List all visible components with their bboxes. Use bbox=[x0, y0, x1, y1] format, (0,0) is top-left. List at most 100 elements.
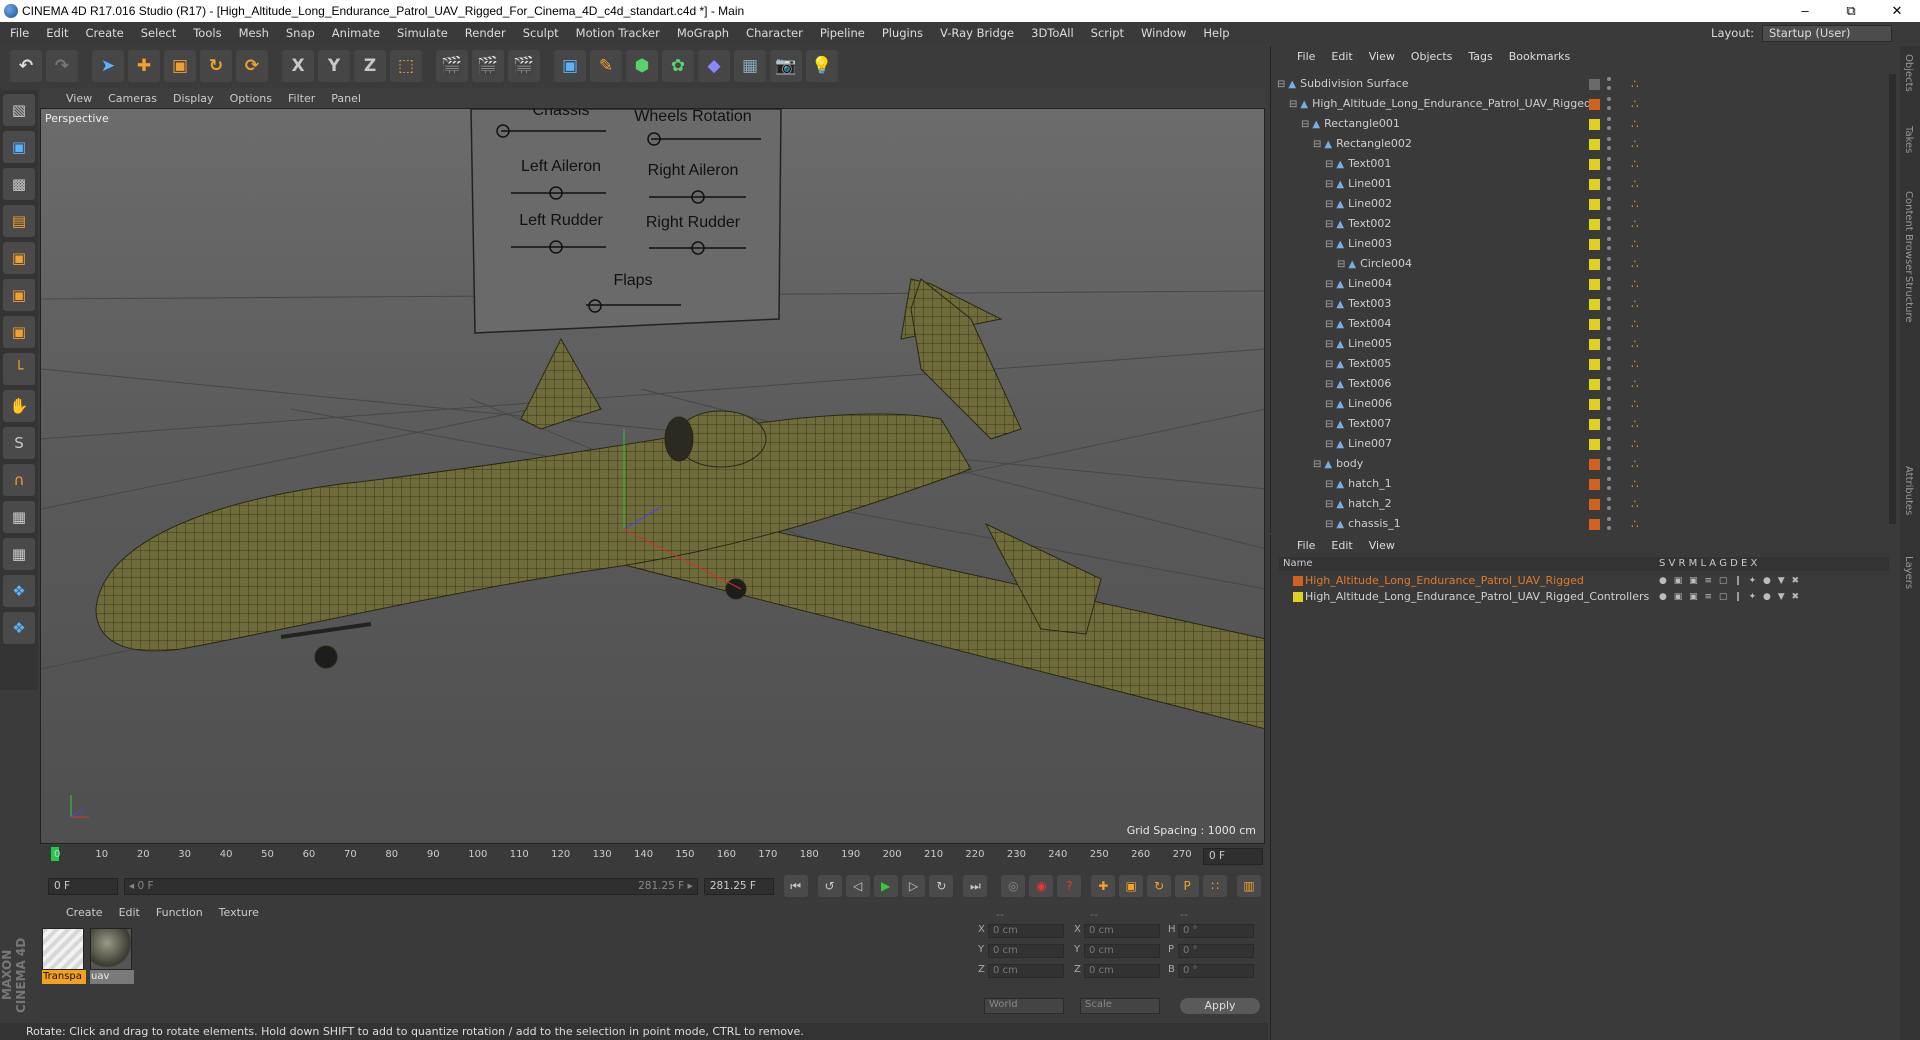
menu-plugins[interactable]: Plugins bbox=[882, 26, 923, 40]
viewport-menu-cameras[interactable]: Cameras bbox=[108, 92, 157, 105]
layer-flag-icons[interactable]: ● ▣ ▣ ≡ ▢ ❙ ✦ ● ▼ ✖ bbox=[1659, 573, 1801, 589]
render-visibility-icon[interactable] bbox=[1607, 446, 1611, 450]
editor-visibility-icon[interactable] bbox=[1607, 117, 1611, 121]
layer-color-swatch[interactable] bbox=[1589, 419, 1600, 430]
menu-snap[interactable]: Snap bbox=[286, 26, 315, 40]
move-icon[interactable]: ✚ bbox=[128, 50, 160, 82]
render-settings-icon[interactable]: 🎬 bbox=[508, 50, 540, 82]
cloner-icon[interactable]: ✿ bbox=[662, 50, 694, 82]
side-tab-attributes[interactable]: Attributes bbox=[1903, 466, 1914, 515]
menu-help[interactable]: Help bbox=[1203, 26, 1229, 40]
material-menu-edit[interactable]: Edit bbox=[119, 906, 140, 919]
render-visibility-icon[interactable] bbox=[1607, 146, 1611, 150]
autokey-icon[interactable]: ? bbox=[1057, 875, 1082, 897]
key-rotation-icon[interactable]: ↻ bbox=[1147, 875, 1172, 897]
object-row[interactable]: ⊟ ▲ Text003 ∴ bbox=[1271, 294, 1889, 314]
go-to-start-icon[interactable]: ⏮ bbox=[783, 875, 808, 897]
x-axis-icon[interactable]: X bbox=[282, 50, 314, 82]
next-frame-icon[interactable]: ▷ bbox=[901, 875, 926, 897]
magnet-icon[interactable]: ∩ bbox=[3, 464, 35, 496]
layer-color-swatch[interactable] bbox=[1589, 499, 1600, 510]
render-visibility-icon[interactable] bbox=[1607, 286, 1611, 290]
layer-color-swatch[interactable] bbox=[1589, 299, 1600, 310]
current-frame-field[interactable]: 0 F bbox=[48, 877, 118, 895]
layer-color-swatch[interactable] bbox=[1589, 239, 1600, 250]
expand-toggle-icon[interactable]: ⊟ bbox=[1325, 339, 1333, 350]
editor-visibility-icon[interactable] bbox=[1607, 317, 1611, 321]
key-pla-icon[interactable]: ∷ bbox=[1203, 875, 1228, 897]
key-scale-icon[interactable]: ▣ bbox=[1119, 875, 1144, 897]
render-picture-viewer-icon[interactable]: 🎬 bbox=[472, 50, 504, 82]
layer-color-swatch[interactable] bbox=[1589, 139, 1600, 150]
object-row[interactable]: ⊟ ▲ Line001 ∴ bbox=[1271, 174, 1889, 194]
tag-icon[interactable]: ∴ bbox=[1631, 74, 1639, 94]
expand-toggle-icon[interactable]: ⊟ bbox=[1313, 459, 1321, 470]
expand-toggle-icon[interactable]: ⊟ bbox=[1289, 99, 1297, 110]
camera-icon[interactable]: 📷 bbox=[770, 50, 802, 82]
layer-color-swatch[interactable] bbox=[1589, 199, 1600, 210]
tag-icon[interactable]: ∴ bbox=[1631, 234, 1639, 254]
object-row[interactable]: ⊟ ▲ Text007 ∴ bbox=[1271, 414, 1889, 434]
render-visibility-icon[interactable] bbox=[1607, 126, 1611, 130]
tag-icon[interactable]: ∴ bbox=[1631, 454, 1639, 474]
menu-3dtoall[interactable]: 3DToAll bbox=[1031, 26, 1074, 40]
layer-color-swatch[interactable] bbox=[1293, 592, 1303, 602]
python-script-icon[interactable]: ❖ bbox=[3, 612, 35, 644]
object-row[interactable]: ⊟ ▲ Circle004 ∴ bbox=[1271, 254, 1889, 274]
layer-color-swatch[interactable] bbox=[1589, 319, 1600, 330]
menu-animate[interactable]: Animate bbox=[332, 26, 380, 40]
editor-visibility-icon[interactable] bbox=[1607, 197, 1611, 201]
render-visibility-icon[interactable] bbox=[1607, 326, 1611, 330]
rotate-icon[interactable]: ↻ bbox=[200, 50, 232, 82]
render-visibility-icon[interactable] bbox=[1607, 206, 1611, 210]
editor-visibility-icon[interactable] bbox=[1607, 157, 1611, 161]
object-row[interactable]: ⊟ ▲ Line006 ∴ bbox=[1271, 394, 1889, 414]
render-visibility-icon[interactable] bbox=[1607, 486, 1611, 490]
tag-icon[interactable]: ∴ bbox=[1631, 194, 1639, 214]
layer-menu-file[interactable]: File bbox=[1297, 539, 1315, 552]
object-menu-view[interactable]: View bbox=[1369, 50, 1395, 63]
menu-window[interactable]: Window bbox=[1141, 26, 1186, 40]
layer-menu-view[interactable]: View bbox=[1369, 539, 1395, 552]
layer-color-swatch[interactable] bbox=[1589, 359, 1600, 370]
editor-visibility-icon[interactable] bbox=[1607, 457, 1611, 461]
deformer-icon[interactable]: ◆ bbox=[698, 50, 730, 82]
timeline-ruler[interactable]: 0 10 20 30 40 50 60 70 80 90 100 110 120 130 140 150 160… bbox=[40, 845, 1265, 869]
make-editable-icon[interactable]: ▧ bbox=[3, 94, 35, 126]
viewport-menu-display[interactable]: Display bbox=[173, 92, 214, 105]
maximize-button[interactable]: ⧉ bbox=[1828, 0, 1874, 22]
layer-color-swatch[interactable] bbox=[1293, 576, 1303, 586]
key-position-icon[interactable]: ✚ bbox=[1091, 875, 1116, 897]
redo-icon[interactable]: ↷ bbox=[46, 50, 78, 82]
expand-toggle-icon[interactable]: ⊟ bbox=[1325, 279, 1333, 290]
layer-color-swatch[interactable] bbox=[1589, 119, 1600, 130]
motion-record-icon[interactable]: ◎ bbox=[1001, 875, 1026, 897]
object-row[interactable]: ⊟ ▲ Line003 ∴ bbox=[1271, 234, 1889, 254]
cube-icon[interactable]: ▣ bbox=[554, 50, 586, 82]
render-visibility-icon[interactable] bbox=[1607, 266, 1611, 270]
tag-icon[interactable]: ∴ bbox=[1631, 334, 1639, 354]
layout-dropdown[interactable]: Startup (User) bbox=[1762, 24, 1892, 42]
expand-toggle-icon[interactable]: ⊟ bbox=[1325, 379, 1333, 390]
edges-mode-icon[interactable]: ▣ bbox=[3, 279, 35, 311]
editor-visibility-icon[interactable] bbox=[1607, 137, 1611, 141]
menu-render[interactable]: Render bbox=[465, 26, 506, 40]
side-tab-layers[interactable]: Layers bbox=[1903, 556, 1914, 589]
material-transparent[interactable]: Transpa bbox=[42, 928, 86, 986]
coord-field[interactable]: 0 cm bbox=[1084, 964, 1160, 978]
viewport-menu-view[interactable]: View bbox=[66, 92, 92, 105]
tag-icon[interactable]: ∴ bbox=[1631, 354, 1639, 374]
expand-toggle-icon[interactable]: ⊟ bbox=[1325, 479, 1333, 490]
render-visibility-icon[interactable] bbox=[1607, 166, 1611, 170]
tag-icon[interactable]: ∴ bbox=[1631, 314, 1639, 334]
object-row[interactable]: ⊟ ▲ Text006 ∴ bbox=[1271, 374, 1889, 394]
workplane-lock-icon[interactable]: ▦ bbox=[3, 538, 35, 570]
object-row[interactable]: ⊟ ▲ hatch_2 ∴ bbox=[1271, 494, 1889, 514]
tag-icon[interactable]: ∴ bbox=[1631, 154, 1639, 174]
layer-color-swatch[interactable] bbox=[1589, 99, 1600, 110]
object-row[interactable]: ⊟ ▲ Rectangle002 ∴ bbox=[1271, 134, 1889, 154]
floor-icon[interactable]: ▦ bbox=[734, 50, 766, 82]
pen-spline-icon[interactable]: ✎ bbox=[590, 50, 622, 82]
render-view-icon[interactable]: 🎬 bbox=[436, 50, 468, 82]
frame-range-slider[interactable]: ◂ 0 F 281.25 F ▸ bbox=[123, 877, 698, 895]
